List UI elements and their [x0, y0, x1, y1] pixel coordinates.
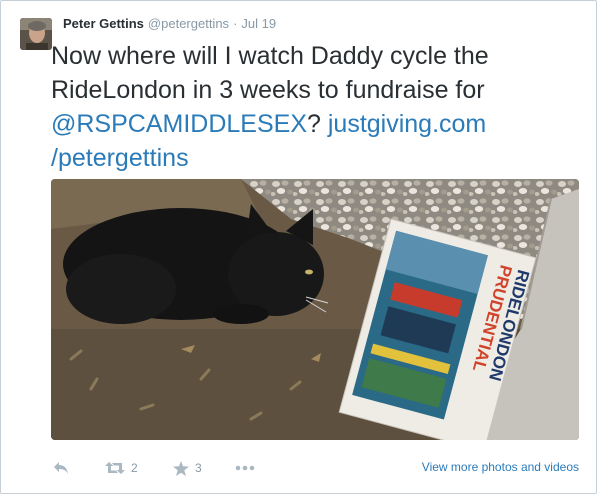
- reply-button[interactable]: [53, 457, 69, 479]
- avatar-image: [20, 18, 52, 50]
- timestamp-link[interactable]: Jul 19: [241, 16, 276, 31]
- author-handle[interactable]: @petergettins: [148, 16, 229, 31]
- star-icon: [173, 460, 189, 476]
- tweet-card: Peter Gettins @petergettins · Jul 19 Now…: [0, 0, 597, 494]
- mention-link[interactable]: @RSPCAMIDDLESEX: [51, 110, 307, 138]
- retweet-button[interactable]: 2: [105, 457, 138, 479]
- reply-icon: [54, 462, 68, 474]
- retweet-count: 2: [131, 461, 138, 475]
- tweet-photo[interactable]: PRUDENTIAL RIDELONDON: [51, 179, 579, 440]
- avatar[interactable]: [20, 18, 52, 50]
- tweet-actions: 2 3 View more photos and videos: [51, 457, 581, 481]
- cat-with-magazine-photo: PRUDENTIAL RIDELONDON: [51, 179, 579, 440]
- more-button[interactable]: [235, 457, 255, 479]
- more-dots-icon: [235, 465, 255, 471]
- tweet-text: Now where will I watch Daddy cycle the R…: [51, 39, 581, 175]
- separator-dot: ·: [233, 16, 238, 31]
- favorite-count: 3: [195, 461, 202, 475]
- author-name[interactable]: Peter Gettins: [63, 16, 144, 31]
- favorite-button[interactable]: 3: [173, 457, 202, 479]
- tweet-text-part: Now where will I watch Daddy cycle the R…: [51, 42, 489, 104]
- tweet-text-part: ?: [307, 110, 328, 138]
- retweet-icon: [105, 462, 125, 474]
- tweet-header: Peter Gettins @petergettins · Jul 19: [63, 16, 276, 34]
- view-more-photos-link[interactable]: View more photos and videos: [422, 460, 579, 474]
